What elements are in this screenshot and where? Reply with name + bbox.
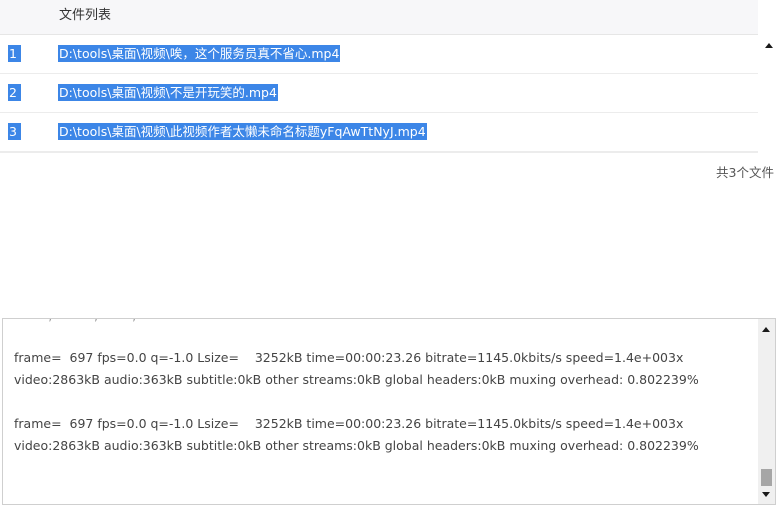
log-line: frame= 697 fps=0.0 q=-1.0 Lsize= 3252kB …	[14, 350, 684, 365]
log-line: video:2863kB audio:363kB subtitle:0kB ot…	[14, 372, 699, 387]
file-path: D:\tools\桌面\视频\此视频作者太懒未命名标题yFqAwTtNyJ.mp…	[58, 123, 427, 140]
file-path: D:\tools\桌面\视频\不是开玩笑的.mp4	[58, 84, 278, 101]
file-list-table: 文件列表 1 D:\tools\桌面\视频\唉，这个服务员真不省心.mp4 2 …	[0, 0, 758, 153]
arrow-down-icon[interactable]	[762, 492, 770, 497]
file-list-scrollbar[interactable]	[760, 34, 777, 152]
log-output-panel[interactable]: , , , frame= 697 fps=0.0 q=-1.0 Lsize= 3…	[2, 318, 776, 505]
table-row[interactable]: 1 D:\tools\桌面\视频\唉，这个服务员真不省心.mp4	[0, 35, 758, 74]
file-count-label: 共3个文件	[716, 165, 774, 180]
log-line: video:2863kB audio:363kB subtitle:0kB ot…	[14, 438, 699, 453]
log-scrollbar[interactable]	[758, 319, 775, 504]
row-index: 2	[8, 84, 21, 101]
arrow-up-icon[interactable]	[765, 43, 773, 48]
table-row[interactable]: 2 D:\tools\桌面\视频\不是开玩笑的.mp4	[0, 74, 758, 113]
file-list-column-header: 文件列表	[59, 8, 112, 23]
row-index: 3	[8, 123, 21, 140]
log-line-partial: , , ,	[14, 319, 136, 322]
file-path: D:\tools\桌面\视频\唉，这个服务员真不省心.mp4	[58, 45, 341, 62]
table-row[interactable]: 3 D:\tools\桌面\视频\此视频作者太懒未命名标题yFqAwTtNyJ.…	[0, 113, 758, 152]
scrollbar-thumb[interactable]	[761, 469, 772, 486]
table-header: 文件列表	[0, 0, 758, 35]
app-root: 文件列表 1 D:\tools\桌面\视频\唉，这个服务员真不省心.mp4 2 …	[0, 0, 782, 513]
arrow-up-icon[interactable]	[762, 327, 770, 332]
row-index: 1	[8, 45, 21, 62]
log-line: frame= 697 fps=0.0 q=-1.0 Lsize= 3252kB …	[14, 416, 684, 431]
